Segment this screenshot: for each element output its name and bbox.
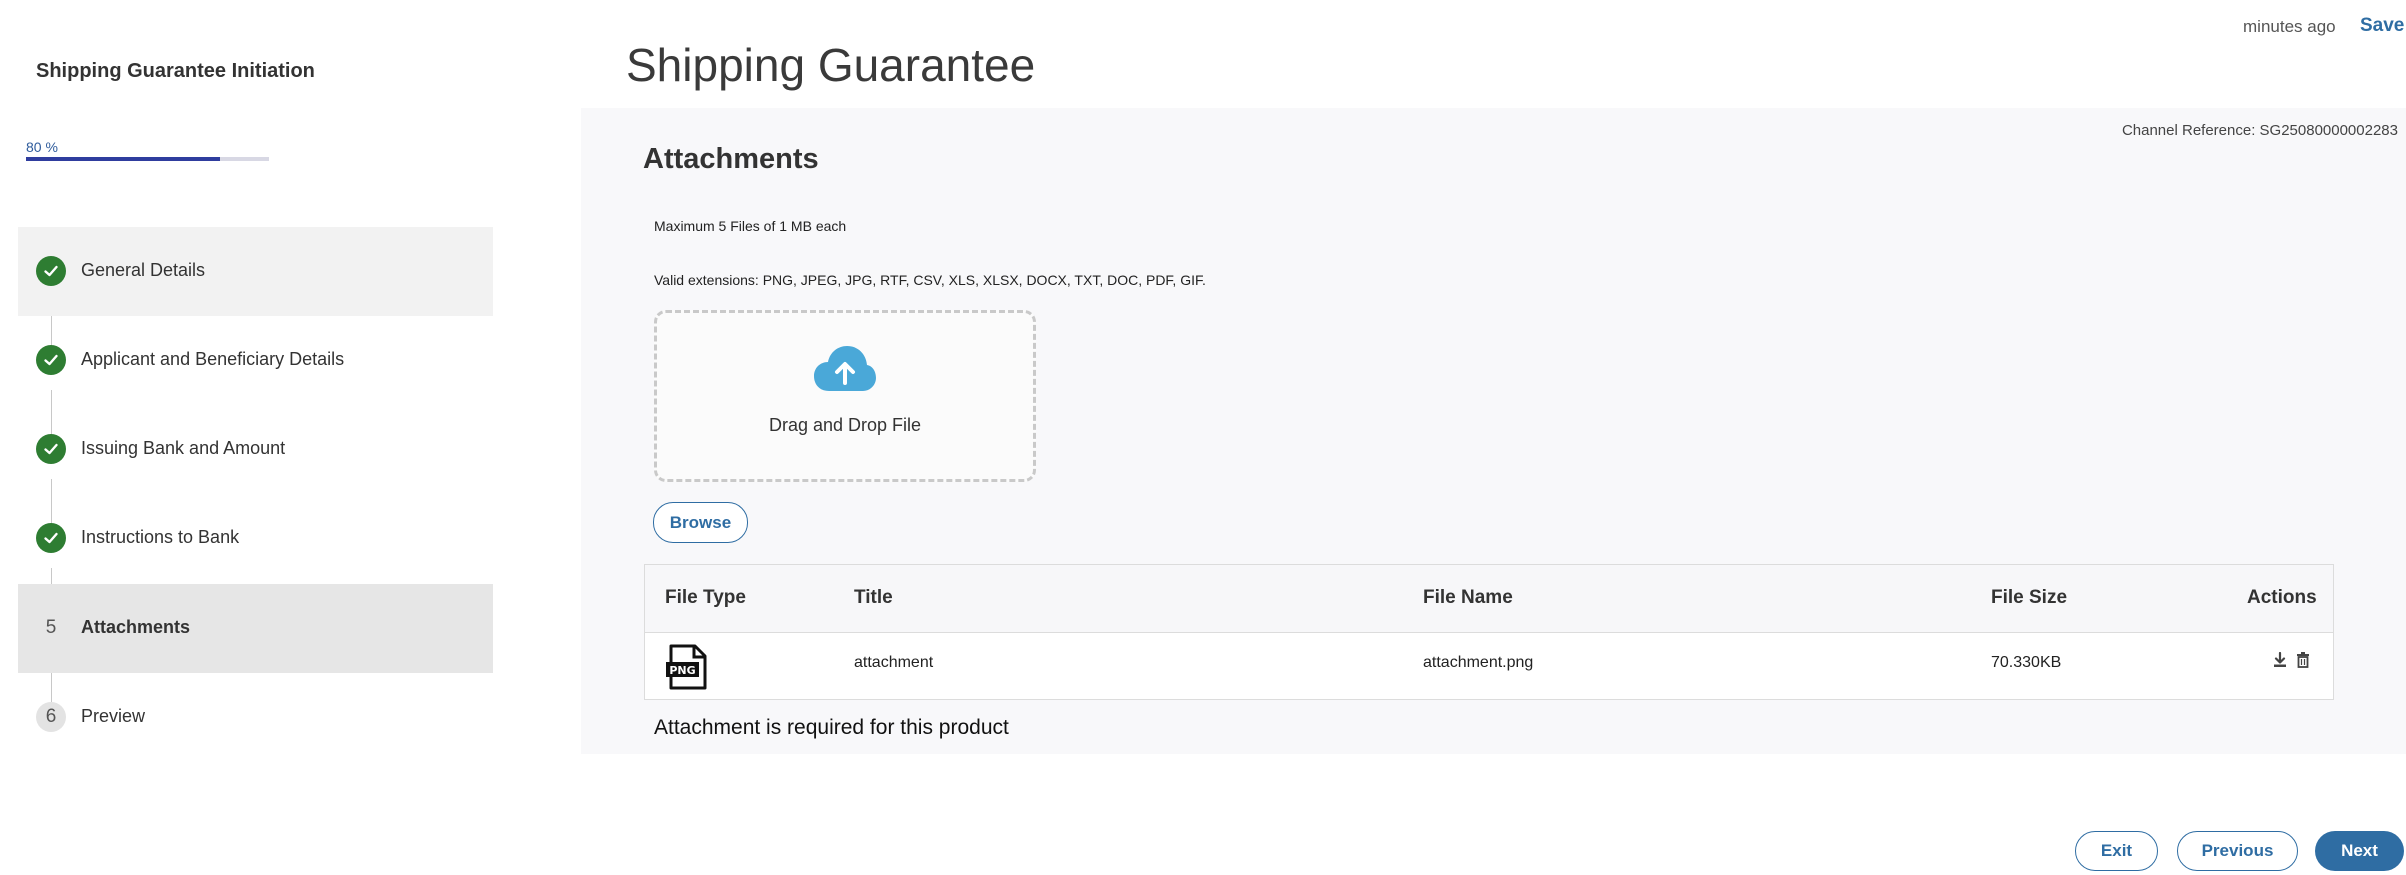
step-applicant-beneficiary-details[interactable]: Applicant and Beneficiary Details (18, 316, 493, 405)
cell-title: attachment (854, 654, 934, 671)
dropzone-text: Drag and Drop File (768, 415, 922, 435)
step-number: 6 (36, 702, 66, 732)
step-label: General Details (81, 260, 206, 280)
step-attachments[interactable]: 5 Attachments (18, 584, 493, 673)
step-general-details[interactable]: General Details (18, 227, 493, 316)
step-instructions-to-bank[interactable]: Instructions to Bank (18, 494, 493, 583)
section-title: Attachments (643, 143, 819, 175)
png-file-icon: PNG (666, 644, 707, 690)
valid-extensions-note: Valid extensions: PNG, JPEG, JPG, RTF, C… (654, 272, 1206, 288)
trash-icon[interactable] (2296, 652, 2310, 668)
table-header: File Type Title File Name File Size Acti… (645, 565, 2333, 633)
step-label: Instructions to Bank (81, 527, 240, 547)
max-files-note: Maximum 5 Files of 1 MB each (654, 218, 847, 234)
step-label: Applicant and Beneficiary Details (81, 349, 345, 369)
exit-button[interactable]: Exit (2075, 831, 2158, 871)
step-label: Issuing Bank and Amount (81, 438, 286, 458)
column-header-actions: Actions (2247, 587, 2317, 608)
column-header-file-type: File Type (665, 587, 746, 608)
check-icon (36, 434, 66, 464)
check-icon (36, 256, 66, 286)
step-number: 5 (45, 617, 57, 638)
save-link[interactable]: Save (2360, 15, 2404, 37)
column-header-title: Title (854, 587, 893, 608)
cell-file-name: attachment.png (1423, 654, 1534, 671)
file-dropzone[interactable]: Drag and Drop File (654, 310, 1036, 482)
attachments-table: File Type Title File Name File Size Acti… (644, 564, 2334, 700)
attachments-panel: Channel Reference: SG25080000002283 Atta… (581, 108, 2406, 754)
file-type-label: PNG (669, 664, 695, 677)
column-header-file-size: File Size (1991, 587, 2068, 608)
column-header-file-name: File Name (1423, 587, 1513, 608)
next-button[interactable]: Next (2315, 831, 2404, 871)
check-icon (36, 523, 66, 553)
step-preview[interactable]: 6 Preview (18, 673, 493, 762)
page-title: Shipping Guarantee (626, 39, 1036, 91)
progress-bar-fill (26, 157, 221, 161)
cell-file-size: 70.330KB (1991, 654, 2062, 671)
sidebar-title: Shipping Guarantee Initiation (36, 60, 315, 82)
download-icon[interactable] (2273, 652, 2287, 668)
attachment-required-error: Attachment is required for this product (654, 716, 1009, 739)
cloud-upload-icon (814, 346, 876, 391)
step-label: Attachments (81, 617, 191, 637)
check-icon (36, 345, 66, 375)
previous-button[interactable]: Previous (2177, 831, 2298, 871)
browse-button[interactable]: Browse (653, 502, 748, 543)
channel-reference: Channel Reference: SG25080000002283 (2121, 122, 2398, 139)
progress-bar (26, 157, 269, 161)
step-issuing-bank-amount[interactable]: Issuing Bank and Amount (18, 405, 493, 494)
progress-label: 80 % (26, 139, 58, 155)
step-label: Preview (81, 706, 146, 726)
last-saved-time: minutes ago (2243, 17, 2336, 36)
